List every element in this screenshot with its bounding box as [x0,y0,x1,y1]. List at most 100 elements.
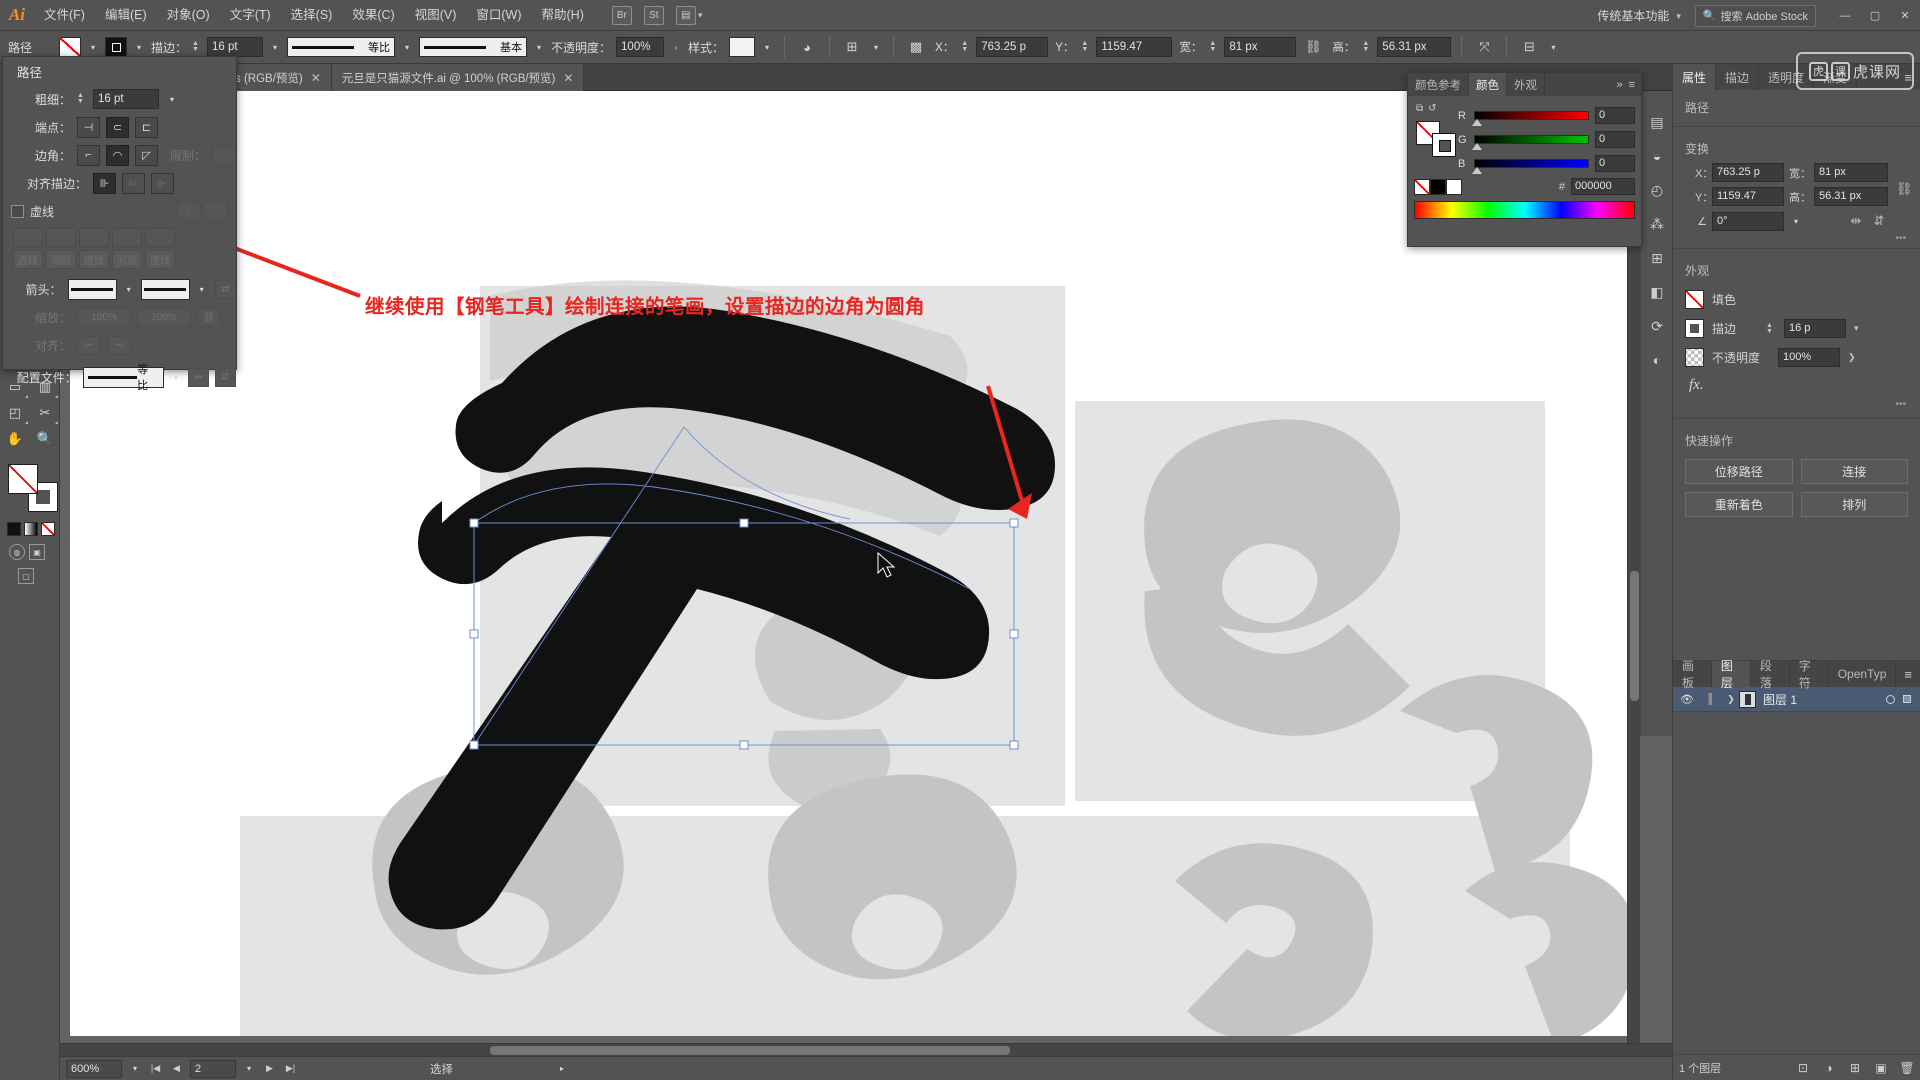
opacity-arrow-icon[interactable]: › [669,37,683,57]
first-artboard-button[interactable]: |◀ [148,1060,163,1078]
y-stepper[interactable]: ▲ ▼ [1081,40,1091,53]
stroke-profile-select[interactable]: 等比 [287,37,396,57]
drawing-mode-icon[interactable]: ◍ [9,544,25,560]
x-input[interactable]: 763.25 p [976,37,1049,57]
link-dimensions-icon[interactable]: ⛓ [1301,36,1325,58]
w-input[interactable]: 81 px [1814,163,1888,182]
offset-path-button[interactable]: 位移路径 [1685,459,1793,484]
slider-track-r[interactable] [1472,111,1589,126]
chevron-down-icon[interactable]: ▾ [242,1059,256,1079]
round-join-button[interactable]: ◠ [106,144,129,166]
scrollbar-thumb[interactable] [1630,571,1639,701]
new-sublayer-icon[interactable]: ⊞ [1842,1055,1868,1080]
normal-screen-mode-icon[interactable]: ▣ [29,544,45,560]
chevron-down-icon[interactable]: ▾ [1854,323,1859,334]
opacity-arrow-icon[interactable]: ❯ [1848,352,1856,363]
join-button[interactable]: 连接 [1800,459,1908,484]
w-stepper[interactable]: ▲ ▼ [1209,40,1219,53]
none-button[interactable] [41,522,55,536]
chevron-right-icon[interactable]: ❯ [1723,694,1739,705]
black-swatch[interactable] [1430,178,1446,195]
stroke-weight-stepper[interactable]: ▲ ▼ [192,40,202,53]
menu-file[interactable]: 文件(F) [34,0,95,31]
transform-reference-icon[interactable]: ▩ [904,36,928,58]
flip-vertical-icon[interactable]: ⇵ [1870,213,1888,229]
fill-color-swatch[interactable] [8,464,38,494]
h-stepper[interactable]: ▲ ▼ [1362,40,1372,53]
menu-effect[interactable]: 效果(C) [342,0,404,31]
make-mask-icon[interactable]: ◑ [1816,1055,1842,1080]
value-b[interactable]: 0 [1595,155,1635,172]
white-swatch[interactable] [1446,178,1462,195]
close-icon[interactable]: ✕ [311,71,321,85]
weight-input[interactable]: 16 pt [93,89,159,109]
slider-track-b[interactable] [1472,159,1589,174]
stroke-weight-input[interactable]: 16 pt [207,37,264,57]
y-input[interactable]: 1159.47 [1096,37,1173,57]
dashed-line-checkbox[interactable] [11,204,24,218]
tab-color-guide[interactable]: 颜色参考 [1408,73,1469,96]
brushes-icon[interactable]: ◴ [1641,173,1673,207]
gradient-icon[interactable]: ◐ [1641,343,1673,377]
brush-select[interactable]: 基本 [419,37,528,57]
recolor-artwork-icon[interactable]: ◕ [795,36,819,58]
libraries-icon[interactable]: ▤ [1641,105,1673,139]
arrowhead-start-select[interactable] [67,278,117,300]
scrollbar-thumb[interactable] [490,1046,1010,1055]
menu-object[interactable]: 对象(O) [157,0,220,31]
angle-input[interactable]: 0° [1712,211,1784,231]
close-icon[interactable]: ✕ [563,71,573,85]
chevron-down-icon[interactable]: ▾ [1789,211,1803,231]
recolor-button[interactable]: 重新着色 [1685,492,1793,517]
new-layer-icon[interactable]: ▣ [1868,1055,1894,1080]
tab-properties[interactable]: 属性 [1673,64,1717,90]
panel-menu-icon[interactable]: ≡ [1896,661,1920,687]
color-spectrum-bar[interactable] [1414,201,1635,219]
none-swatch[interactable] [1414,178,1430,195]
reset-colors-icon[interactable]: ↺ [1428,103,1436,114]
chevron-down-icon[interactable]: ▾ [170,367,182,387]
artboard-tool[interactable]: ◰ [0,400,30,426]
menu-view[interactable]: 视图(V) [405,0,467,31]
distribute-icon[interactable]: ⊟ [1517,36,1541,58]
close-button[interactable]: ✕ [1890,0,1920,31]
butt-cap-button[interactable]: ⊣ [77,116,100,138]
menu-window[interactable]: 窗口(W) [466,0,531,31]
graphic-style-swatch[interactable] [729,37,756,57]
value-g[interactable]: 0 [1595,131,1635,148]
lock-icon[interactable]: ▌ [1701,694,1723,705]
pathfinder-icon[interactable]: ◧ [1641,275,1673,309]
h-input[interactable]: 56.31 px [1377,37,1452,57]
y-input[interactable]: 1159.47 [1712,187,1784,206]
tab-artboards[interactable]: 画板 [1673,659,1712,690]
chevron-down-icon[interactable]: ▾ [698,10,703,21]
artboard-number-input[interactable]: 2 [190,1059,236,1078]
round-cap-button[interactable]: ⊂ [106,116,129,138]
fx-icon[interactable]: fx. [1685,377,1704,394]
menu-help[interactable]: 帮助(H) [532,0,594,31]
align-panel-icon[interactable]: ⊞ [1641,241,1673,275]
value-r[interactable]: 0 [1595,107,1635,124]
bridge-icon[interactable]: Br [611,5,632,25]
slider-knob[interactable] [1472,167,1482,174]
fill-swatch[interactable] [1685,290,1704,309]
tab-layers[interactable]: 图层 [1711,659,1751,690]
tab-stroke[interactable]: 描边 [1716,64,1760,90]
chevron-down-icon[interactable]: ▾ [760,37,774,57]
layer-name[interactable]: 图层 1 [1763,691,1886,708]
transform-panel-icon[interactable]: ⟳ [1641,309,1673,343]
target-icon[interactable] [1886,694,1895,704]
slider-track-g[interactable] [1472,135,1589,150]
chevron-down-icon[interactable]: ▾ [86,37,100,57]
tab-color[interactable]: 颜色 [1469,73,1507,96]
panel-menu-icon[interactable]: ≡ [1629,79,1635,91]
selection-indicator[interactable] [1903,695,1911,703]
slider-knob[interactable] [1472,119,1482,126]
document-tab-2[interactable]: 元旦是只猫源文件.ai @ 100% (RGB/预览) ✕ [331,64,585,91]
chevron-down-icon[interactable]: ▾ [128,1059,142,1079]
chevron-down-icon[interactable]: ▾ [132,37,146,57]
transform-more-icon[interactable]: ••• [1673,231,1920,244]
chevron-down-icon[interactable]: ▾ [196,279,208,299]
unlink-icon[interactable]: ⛓ [1896,181,1913,197]
full-screen-mode-icon[interactable]: ▢ [18,568,34,584]
